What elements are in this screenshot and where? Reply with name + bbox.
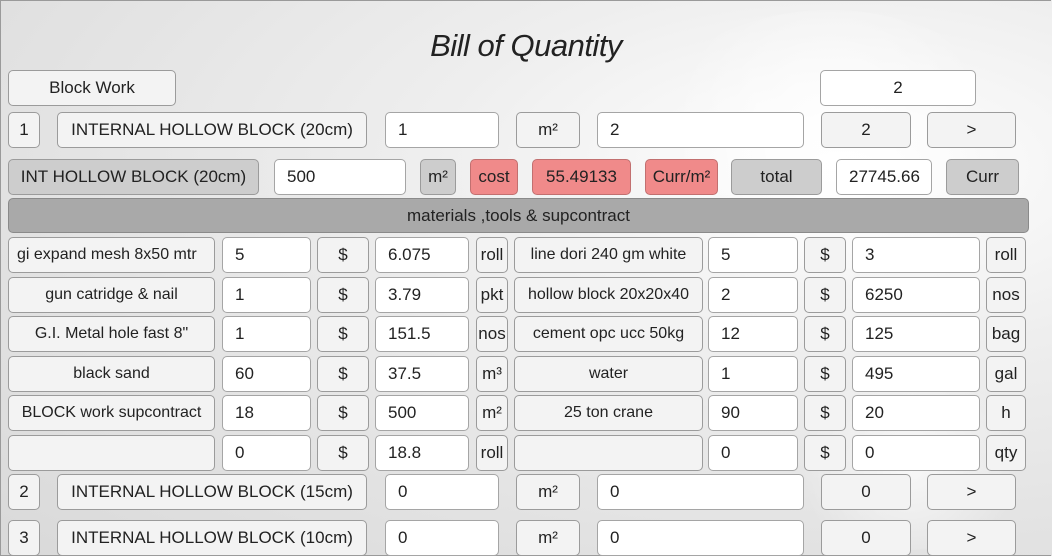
- item-number: 3: [8, 520, 40, 556]
- material-name-button[interactable]: line dori 240 gm white: [514, 237, 703, 273]
- material-name-button[interactable]: gun catridge & nail: [8, 277, 215, 313]
- item-unit-label: m²: [516, 474, 580, 510]
- item-count-button[interactable]: 0: [821, 520, 911, 556]
- material-qty-input[interactable]: 5: [222, 237, 311, 273]
- material-currency-label: $: [804, 435, 846, 471]
- item-next-button[interactable]: >: [927, 112, 1016, 148]
- item-area-input[interactable]: 0: [597, 474, 804, 510]
- item-next-button[interactable]: >: [927, 474, 1016, 510]
- item-unit-label: m²: [516, 520, 580, 556]
- material-qty-input[interactable]: 60: [222, 356, 311, 392]
- material-name-button[interactable]: gi expand mesh 8x50 mtr: [8, 237, 215, 273]
- material-unit-label: m²: [476, 395, 508, 431]
- materials-section-header: materials ,tools & supcontract: [8, 198, 1029, 233]
- material-name-button[interactable]: [8, 435, 215, 471]
- material-price-input[interactable]: 495: [852, 356, 980, 392]
- material-price-input[interactable]: 3.79: [375, 277, 469, 313]
- material-qty-input[interactable]: 0: [708, 435, 798, 471]
- material-name-button[interactable]: G.I. Metal hole fast 8": [8, 316, 215, 352]
- currency-button[interactable]: Curr: [946, 159, 1019, 195]
- material-price-input[interactable]: 0: [852, 435, 980, 471]
- calc-unit-label: m²: [420, 159, 456, 195]
- material-name-button[interactable]: water: [514, 356, 703, 392]
- material-unit-label: bag: [986, 316, 1026, 352]
- item-area-input[interactable]: 2: [597, 112, 804, 148]
- cost-label: cost: [470, 159, 518, 195]
- item-qty-input[interactable]: 1: [385, 112, 499, 148]
- material-price-input[interactable]: 3: [852, 237, 980, 273]
- material-currency-label: $: [804, 395, 846, 431]
- material-qty-input[interactable]: 2: [708, 277, 798, 313]
- item-unit-label: m²: [516, 112, 580, 148]
- item-number: 1: [8, 112, 40, 148]
- item-count-button[interactable]: 2: [821, 112, 911, 148]
- item-next-button[interactable]: >: [927, 520, 1016, 556]
- material-qty-input[interactable]: 1: [222, 316, 311, 352]
- material-price-input[interactable]: 20: [852, 395, 980, 431]
- material-qty-input[interactable]: 1: [708, 356, 798, 392]
- material-unit-label: h: [986, 395, 1026, 431]
- calc-item-name-button[interactable]: INT HOLLOW BLOCK (20cm): [8, 159, 259, 195]
- material-price-input[interactable]: 37.5: [375, 356, 469, 392]
- material-unit-label: m³: [476, 356, 508, 392]
- material-currency-label: $: [317, 316, 369, 352]
- item-name-button[interactable]: INTERNAL HOLLOW BLOCK (20cm): [57, 112, 367, 148]
- material-name-button[interactable]: hollow block 20x20x40: [514, 277, 703, 313]
- section-count-field[interactable]: 2: [820, 70, 976, 106]
- material-price-input[interactable]: 6.075: [375, 237, 469, 273]
- material-unit-label: pkt: [476, 277, 508, 313]
- material-name-button[interactable]: BLOCK work supcontract: [8, 395, 215, 431]
- material-currency-label: $: [317, 356, 369, 392]
- material-currency-label: $: [317, 277, 369, 313]
- material-unit-label: roll: [476, 237, 508, 273]
- material-qty-input[interactable]: 18: [222, 395, 311, 431]
- material-unit-label: roll: [476, 435, 508, 471]
- item-name-button[interactable]: INTERNAL HOLLOW BLOCK (10cm): [57, 520, 367, 556]
- material-currency-label: $: [804, 277, 846, 313]
- material-name-button[interactable]: 25 ton crane: [514, 395, 703, 431]
- material-unit-label: nos: [986, 277, 1026, 313]
- material-qty-input[interactable]: 0: [222, 435, 311, 471]
- material-currency-label: $: [317, 395, 369, 431]
- item-number: 2: [8, 474, 40, 510]
- material-currency-label: $: [804, 356, 846, 392]
- material-unit-label: nos: [476, 316, 508, 352]
- item-count-button[interactable]: 0: [821, 474, 911, 510]
- item-qty-input[interactable]: 0: [385, 520, 499, 556]
- material-qty-input[interactable]: 5: [708, 237, 798, 273]
- material-price-input[interactable]: 125: [852, 316, 980, 352]
- item-area-input[interactable]: 0: [597, 520, 804, 556]
- material-currency-label: $: [317, 435, 369, 471]
- total-button[interactable]: total: [731, 159, 822, 195]
- material-price-input[interactable]: 18.8: [375, 435, 469, 471]
- material-name-button[interactable]: [514, 435, 703, 471]
- material-qty-input[interactable]: 12: [708, 316, 798, 352]
- cost-value: 55.49133: [532, 159, 631, 195]
- material-qty-input[interactable]: 1: [222, 277, 311, 313]
- material-unit-label: gal: [986, 356, 1026, 392]
- total-value-field[interactable]: 27745.66: [836, 159, 932, 195]
- material-price-input[interactable]: 500: [375, 395, 469, 431]
- section-block-work-button[interactable]: Block Work: [8, 70, 176, 106]
- curr-per-unit-label: Curr/m²: [645, 159, 718, 195]
- material-currency-label: $: [804, 237, 846, 273]
- item-qty-input[interactable]: 0: [385, 474, 499, 510]
- calc-amount-input[interactable]: 500: [274, 159, 406, 195]
- material-currency-label: $: [317, 237, 369, 273]
- material-unit-label: qty: [986, 435, 1026, 471]
- item-name-button[interactable]: INTERNAL HOLLOW BLOCK (15cm): [57, 474, 367, 510]
- page-title: Bill of Quantity: [430, 28, 622, 63]
- material-price-input[interactable]: 6250: [852, 277, 980, 313]
- material-unit-label: roll: [986, 237, 1026, 273]
- material-name-button[interactable]: black sand: [8, 356, 215, 392]
- material-qty-input[interactable]: 90: [708, 395, 798, 431]
- material-currency-label: $: [804, 316, 846, 352]
- material-price-input[interactable]: 151.5: [375, 316, 469, 352]
- material-name-button[interactable]: cement opc ucc 50kg: [514, 316, 703, 352]
